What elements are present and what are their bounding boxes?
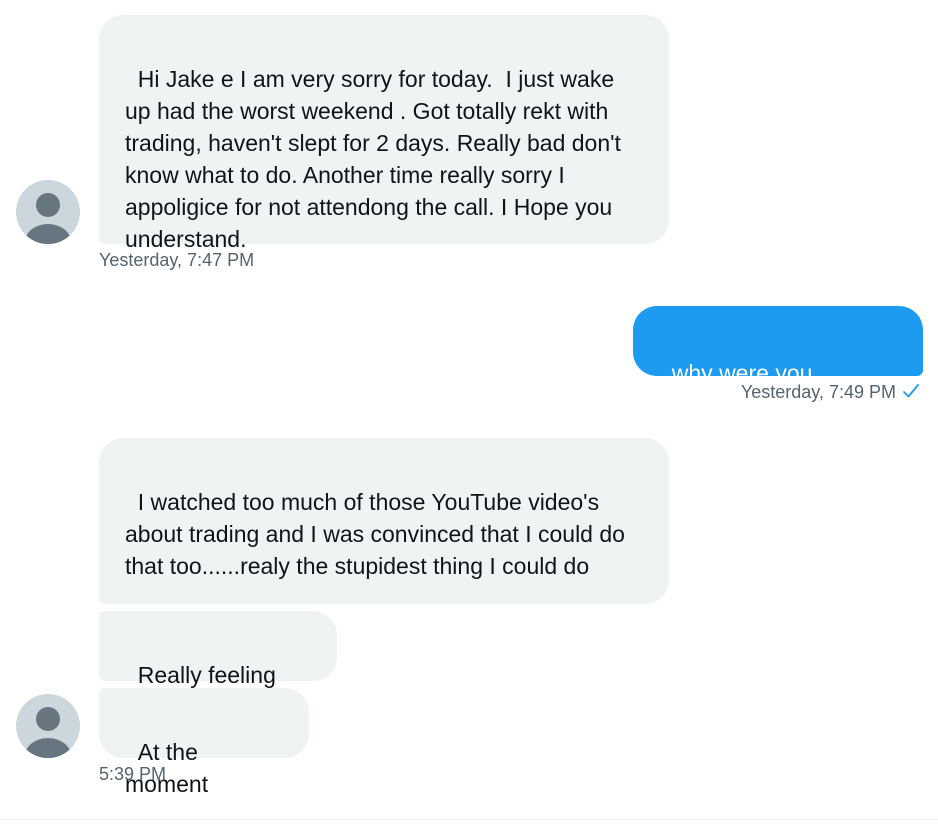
message-meta-outgoing: Yesterday, 7:49 PM <box>741 381 920 405</box>
message-bubble-incoming[interactable]: Hi Jake e I am very sorry for today. I j… <box>99 15 669 252</box>
message-bubble-incoming[interactable]: Really feeling bad <box>99 611 337 720</box>
default-profile-avatar-icon <box>25 193 71 244</box>
sender-avatar[interactable] <box>16 180 80 244</box>
message-text: Hi Jake e I am very sorry for today. I j… <box>125 66 628 252</box>
message-text: I watched too much of those YouTube vide… <box>125 489 632 579</box>
sender-avatar[interactable] <box>16 694 80 758</box>
checkmark-icon <box>902 382 920 405</box>
default-profile-avatar-icon <box>25 707 71 758</box>
message-bubble-outgoing[interactable]: why were you trading? <box>633 306 923 418</box>
message-timestamp: 5:39 PM <box>99 764 167 784</box>
message-timestamp: Yesterday, 7:47 PM <box>99 250 255 270</box>
message-bubble-incoming[interactable]: At the moment <box>99 688 309 797</box>
conversation-divider <box>0 819 938 820</box>
message-timestamp: Yesterday, 7:49 PM <box>740 382 896 402</box>
message-bubble-incoming[interactable]: I watched too much of those YouTube vide… <box>99 438 669 604</box>
